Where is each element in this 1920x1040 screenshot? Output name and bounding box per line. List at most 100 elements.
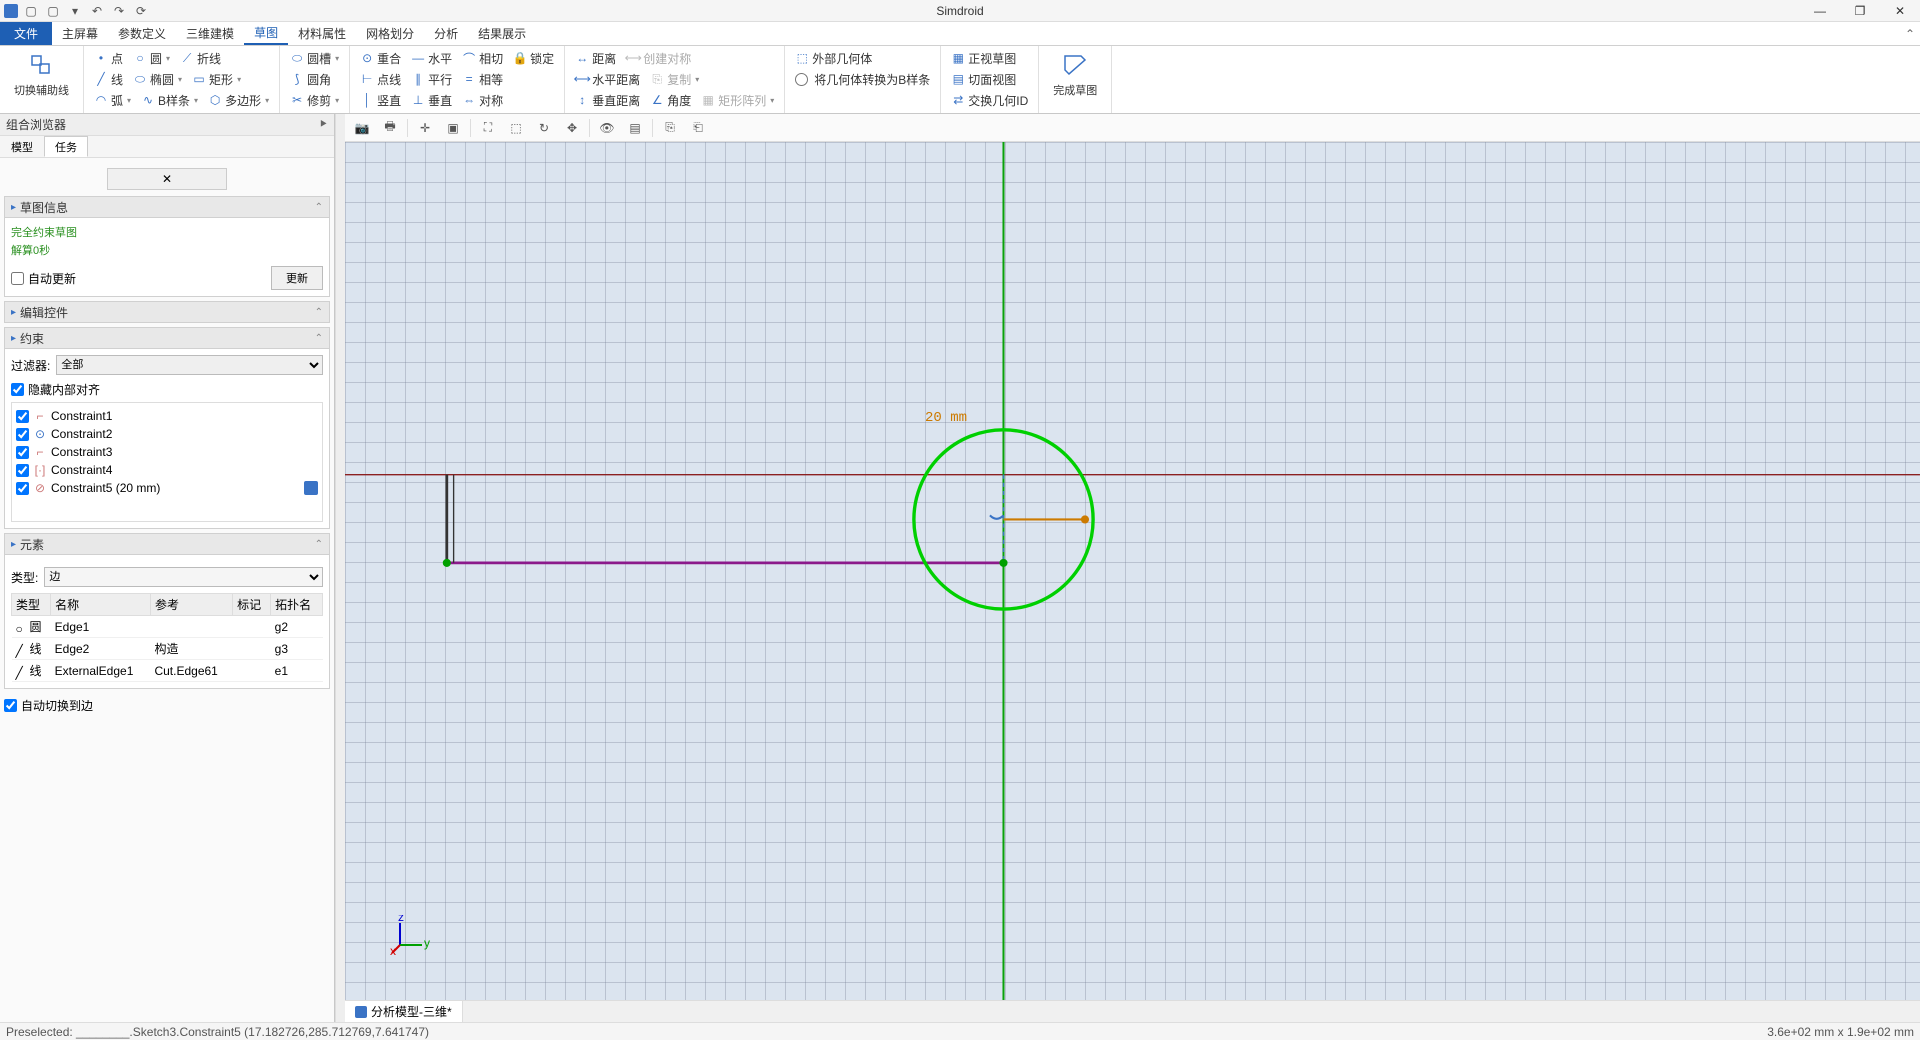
constraint-item[interactable]: ⊘Constraint5 (20 mm) — [16, 479, 318, 497]
draw-rect-button[interactable]: ▭矩形▾ — [188, 70, 245, 89]
minimize-button[interactable]: ― — [1800, 0, 1840, 22]
section-elements[interactable]: ▸元素⌃ — [4, 533, 330, 555]
close-button[interactable]: ✕ — [1880, 0, 1920, 22]
menu-3dmodel[interactable]: 三维建模 — [176, 22, 244, 45]
sketch-canvas[interactable]: 20 mm z y x — [345, 142, 1920, 1000]
constraint-item[interactable]: [·]Constraint4 — [16, 461, 318, 479]
menu-analysis[interactable]: 分析 — [424, 22, 468, 45]
draw-line-button[interactable]: ╱线 — [90, 70, 127, 89]
tangent-button[interactable]: ⌒相切 — [458, 49, 507, 68]
copy-view-icon[interactable]: ⎘ — [659, 117, 681, 139]
print-icon[interactable]: 🖶 — [379, 117, 401, 139]
qat-undo-icon[interactable]: ↶ — [88, 2, 106, 20]
vdistance-button[interactable]: ↕垂直距离 — [571, 91, 644, 110]
tab-model[interactable]: 模型 — [0, 136, 44, 157]
document-tab[interactable]: 分析模型-三维* — [345, 1001, 463, 1022]
layer-icon[interactable]: ▤ — [624, 117, 646, 139]
parallel-button[interactable]: ∥平行 — [407, 70, 456, 89]
update-button[interactable]: 更新 — [271, 266, 323, 290]
draw-ellipse-button[interactable]: ⬭椭圆▾ — [129, 70, 186, 89]
snapshot-icon[interactable]: 📷 — [351, 117, 373, 139]
fillet-button[interactable]: ⟆圆角 — [286, 70, 335, 89]
section-sketch-info[interactable]: ▸草图信息⌃ — [4, 196, 330, 218]
visibility-icon[interactable]: 👁 — [596, 117, 618, 139]
rect-array-button[interactable]: ▦矩形阵列▾ — [697, 91, 778, 110]
qat-redo-icon[interactable]: ↷ — [110, 2, 128, 20]
symmetric-button[interactable]: ⇔对称 — [458, 91, 507, 110]
qat-new-icon[interactable]: ▢ — [22, 2, 40, 20]
menu-sketch[interactable]: 草图 — [244, 22, 288, 45]
section-view-button[interactable]: ▤切面视图 — [947, 70, 1020, 89]
auto-update-checkbox[interactable]: 自动更新 — [11, 270, 76, 287]
constraint-item[interactable]: ⌐Constraint1 — [16, 407, 318, 425]
copy-button[interactable]: ⎘复制▾ — [646, 70, 703, 89]
section-edit-controls[interactable]: ▸编辑控件⌃ — [4, 301, 330, 323]
rotate-icon[interactable]: ↻ — [533, 117, 555, 139]
section-constraints[interactable]: ▸约束⌃ — [4, 327, 330, 349]
table-row[interactable]: ╱线Edge2构造g3 — [12, 638, 323, 660]
radius-dimension[interactable]: 20 mm — [925, 410, 967, 426]
distance-button[interactable]: ↔距离 — [571, 49, 620, 68]
type-select[interactable]: 边 — [44, 567, 323, 587]
filter-select[interactable]: 全部 — [56, 355, 323, 375]
swap-id-button[interactable]: ⇄交换几何ID — [947, 91, 1032, 110]
coincident-button[interactable]: ⊙重合 — [356, 49, 405, 68]
statusbar: Preselected: ________.Sketch3.Constraint… — [0, 1022, 1920, 1040]
sidebar-header: 组合浏览器 ⯈ — [0, 114, 334, 136]
menu-material[interactable]: 材料属性 — [288, 22, 356, 45]
zoom-fit-icon[interactable]: ⛶ — [477, 117, 499, 139]
qat-refresh-icon[interactable]: ⟳ — [132, 2, 150, 20]
front-view-button[interactable]: ▦正视草图 — [947, 49, 1020, 68]
constraint-item[interactable]: ⌐Constraint3 — [16, 443, 318, 461]
perpendicular-button[interactable]: ⊥垂直 — [407, 91, 456, 110]
menu-params[interactable]: 参数定义 — [108, 22, 176, 45]
finish-sketch-button[interactable]: 完成草图 — [1045, 48, 1105, 102]
vertical-button[interactable]: │竖直 — [356, 91, 405, 110]
maximize-button[interactable]: ❐ — [1840, 0, 1880, 22]
paste-view-icon[interactable]: ⎗ — [687, 117, 709, 139]
table-row[interactable]: ╱线ExternalEdge1Cut.Edge61e1 — [12, 660, 323, 682]
toggle-construction-button[interactable]: 切换辅助线 — [6, 48, 77, 102]
draw-point-button[interactable]: •点 — [90, 49, 127, 68]
draw-arc-button[interactable]: ◠弧▾ — [90, 91, 135, 110]
lock-button[interactable]: 🔒锁定 — [509, 49, 558, 68]
constraint-item[interactable]: ⊙Constraint2 — [16, 425, 318, 443]
pointonline-button[interactable]: ⊢点线 — [356, 70, 405, 89]
draw-circle-button[interactable]: ○圆▾ — [129, 49, 174, 68]
draw-bspline-button[interactable]: ∿B样条▾ — [137, 91, 202, 110]
angle-button[interactable]: ∠角度 — [646, 91, 695, 110]
element-table: 类型 名称 参考 标记 拓扑名 ○圆Edge1g2 ╱线Edge2构造g3 ╱线… — [11, 593, 323, 682]
task-close-button[interactable]: ✕ — [107, 168, 227, 190]
horizontal-button[interactable]: —水平 — [407, 49, 456, 68]
draw-polyline-button[interactable]: ⟋折线 — [176, 49, 225, 68]
sidebar-collapse-icon[interactable]: ⯈ — [318, 117, 328, 132]
section-icon: ▤ — [951, 72, 965, 86]
convert-bspline-button[interactable]: 将几何体转换为B样条 — [791, 70, 934, 89]
menu-file[interactable]: 文件 — [0, 22, 52, 45]
tab-task[interactable]: 任务 — [44, 136, 88, 157]
table-row[interactable]: ○圆Edge1g2 — [12, 616, 323, 638]
ribbon-collapse-icon[interactable]: ⌃ — [1900, 22, 1920, 45]
hide-internal-checkbox[interactable]: 隐藏内部对齐 — [11, 381, 323, 398]
view-cube-icon[interactable]: ▣ — [442, 117, 464, 139]
status-dimensions: 3.6e+02 mm x 1.9e+02 mm — [1767, 1025, 1914, 1039]
sidebar-scrollbar[interactable] — [335, 114, 345, 1022]
equal-button[interactable]: =相等 — [458, 70, 507, 89]
pan-icon[interactable]: ✥ — [561, 117, 583, 139]
auto-snap-checkbox[interactable]: 自动切换到边 — [4, 697, 330, 714]
external-geom-button[interactable]: ⬚外部几何体 — [791, 49, 876, 68]
trim-button[interactable]: ✂修剪▾ — [286, 91, 343, 110]
draw-polygon-button[interactable]: ⬡多边形▾ — [204, 91, 273, 110]
menu-home[interactable]: 主屏幕 — [52, 22, 108, 45]
arc-icon: ◠ — [94, 93, 108, 107]
slot-button[interactable]: ⬭圆槽▾ — [286, 49, 343, 68]
axis-icon[interactable]: ✛ — [414, 117, 436, 139]
menu-results[interactable]: 结果展示 — [468, 22, 536, 45]
qat-save-icon[interactable]: ▾ — [66, 2, 84, 20]
qat-open-icon[interactable]: ▢ — [44, 2, 62, 20]
create-symmetry-button[interactable]: ⟷创建对称 — [622, 49, 695, 68]
menu-mesh[interactable]: 网格划分 — [356, 22, 424, 45]
edit-constraint-icon[interactable] — [304, 481, 318, 495]
zoom-window-icon[interactable]: ⬚ — [505, 117, 527, 139]
hdistance-button[interactable]: ⟷水平距离 — [571, 70, 644, 89]
